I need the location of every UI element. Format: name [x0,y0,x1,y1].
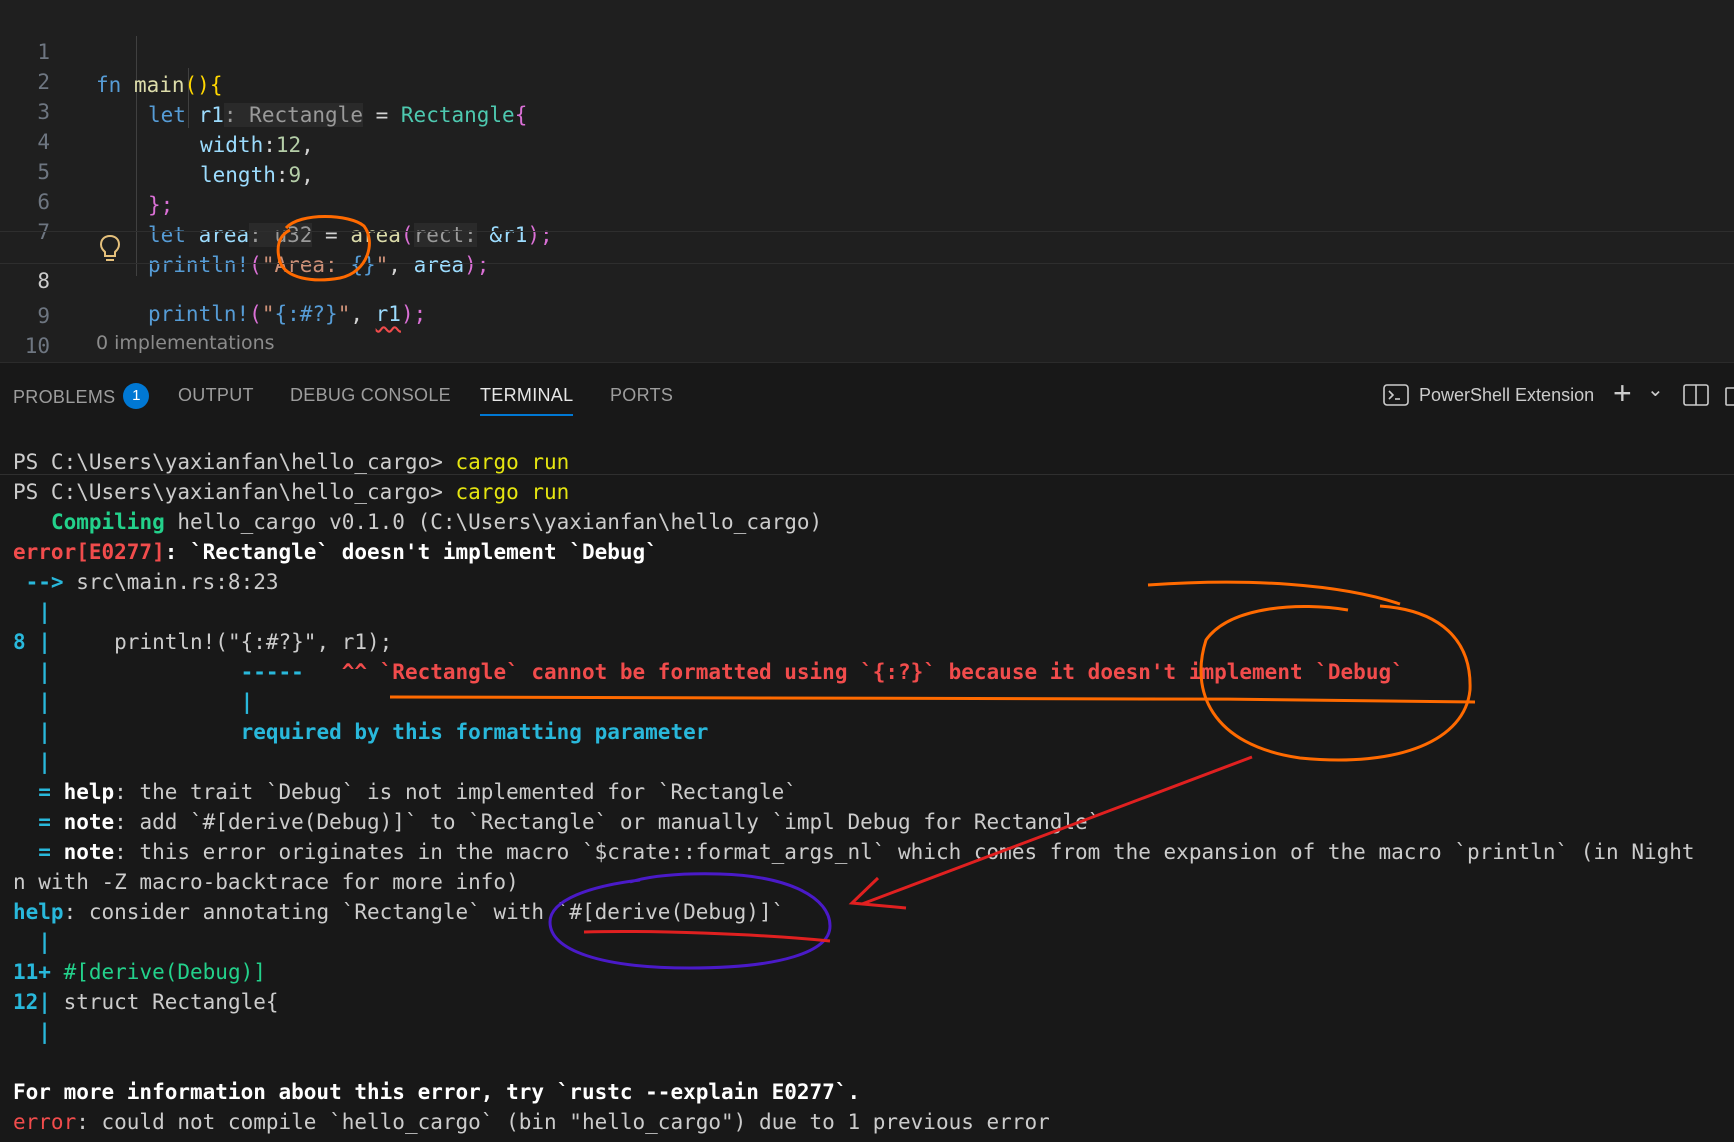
command: cargo run [455,450,570,474]
split-terminal-icon[interactable] [1683,383,1709,407]
terminal-name[interactable]: PowerShell Extension [1419,385,1594,406]
gutter-pipe: | [13,660,51,684]
code-line[interactable]: 4 length:9, [0,93,1734,187]
suggestion-line-number: 12| [13,990,51,1014]
terminal-line: n with -Z macro-backtrace for more info) [13,870,519,894]
source-code: println!("{:#?}", r1); [50,630,393,654]
help-text: : consider annotating `Rectangle` with `… [63,900,785,924]
terminal-line: 8 | println!("{:#?}", r1); [13,627,392,657]
terminal-output-current[interactable]: PS C:\Users\yaxianfan\hello_cargo> cargo… [0,476,1734,1142]
code-editor[interactable]: 1 fn main(){ 2 let r1: Rectangle = Recta… [0,0,1734,362]
terminal-line: Compiling hello_cargo v0.1.0 (C:\Users\y… [13,507,822,537]
terminal-line: --> src\main.rs:8:23 [13,567,279,597]
terminal-line: 12| struct Rectangle{ [13,987,279,1017]
suggestion-line-number: 11+ [13,960,51,984]
tab-ports[interactable]: PORTS [610,385,673,406]
trash-icon[interactable] [1723,383,1734,407]
terminal-line: | [13,930,51,954]
terminal-line: error: could not compile `hello_cargo` (… [13,1107,1050,1137]
suggestion-code: #[derive(Debug)] [50,960,266,984]
terminal-actions: PowerShell Extension + ⌄ [1383,375,1734,411]
terminal-line: | ----- ^^ `Rectangle` cannot be formatt… [13,657,1404,687]
label-dashes: ----- [50,660,342,684]
terminal-line: | | [13,687,253,717]
terminal-line: error[E0277]: `Rectangle` doesn't implem… [13,537,658,567]
terminal-line: = help: the trait `Debug` is not impleme… [13,777,797,807]
suggestion-code: struct Rectangle{ [50,990,279,1014]
panel-tab-bar: PROBLEMS 1 OUTPUT DEBUG CONSOLE TERMINAL … [0,362,1734,425]
note-label: note [63,840,115,864]
chevron-down-icon[interactable]: ⌄ [1647,377,1664,402]
terminal-line: = note: this error originates in the mac… [13,837,1695,867]
gutter-pipe: | [13,720,51,744]
tab-label: PROBLEMS [13,386,116,407]
terminal-line: | [13,1020,51,1044]
code-line[interactable]: 5 }; [0,123,1734,217]
error-label: error [13,1110,77,1134]
location-arrow: --> [13,570,77,594]
eq-marker: = [13,840,64,864]
code-line[interactable]: 2 let r1: Rectangle = Rectangle{ [0,33,1734,127]
lightbulb-icon[interactable] [99,234,121,264]
note-label: note [63,810,115,834]
source-line-number: 8 | [13,630,51,654]
error-message: : `Rectangle` doesn't implement `Debug` [164,540,658,564]
command: cargo run [455,480,570,504]
terminal-line: For more information about this error, t… [13,1080,861,1104]
error-location: src\main.rs:8:23 [76,570,279,594]
code-line[interactable]: 3 width:12, [0,63,1734,157]
terminal-line: help: consider annotating `Rectangle` wi… [13,897,784,927]
final-error-message: : could not compile `hello_cargo` (bin "… [76,1110,1050,1134]
terminal-line: | required by this formatting parameter [13,717,708,747]
terminal-line: PS C:\Users\yaxianfan\hello_cargo> cargo… [13,477,569,507]
eq-marker: = [13,780,64,804]
eq-marker: = [13,810,64,834]
line-number: 10 [24,334,50,358]
terminal-line: | [13,600,51,624]
error-code: error[E0277] [13,540,165,564]
code-line-current[interactable]: 8 println!("{:#?}", r1); [0,231,1734,326]
tab-output[interactable]: OUTPUT [178,385,254,406]
terminal-line: PS C:\Users\yaxianfan\hello_cargo> cargo… [13,447,569,477]
terminal-line: = note: add `#[derive(Debug)]` to `Recta… [13,807,1100,837]
help-label: help [13,900,64,924]
code-line[interactable]: 1 fn main(){ [0,3,1734,97]
shell-prompt: PS C:\Users\yaxianfan\hello_cargo> [13,480,456,504]
compiling-label: Compiling [50,510,165,534]
gutter-pipe: | [13,690,51,714]
compiling-detail: hello_cargo v0.1.0 (C:\Users\yaxianfan\h… [164,510,823,534]
terminal-separator [0,474,1734,475]
code-line[interactable]: 10 } [0,297,1734,358]
problems-count-badge: 1 [123,383,150,409]
note-text: : this error originates in the macro `$c… [114,840,1695,864]
terminal-line: 11+ #[derive(Debug)] [13,957,266,987]
help-text: : the trait `Debug` is not implemented f… [114,780,797,804]
codelens-implementations[interactable]: 0 implementations [96,332,275,354]
code-line[interactable]: 7 println!("Area: {}", area); [0,183,1734,277]
note-text: : add `#[derive(Debug)]` to `Rectangle` … [114,810,1101,834]
tab-terminal[interactable]: TERMINAL [480,385,574,416]
code-line[interactable]: 9 [0,267,1734,328]
new-terminal-icon[interactable]: + [1613,375,1632,412]
terminal-icon[interactable] [1383,383,1409,407]
required-label: required by this formatting parameter [50,720,709,744]
code-line[interactable]: 6 let area: u32 = area(rect: &r1); [0,153,1734,247]
tab-problems[interactable]: PROBLEMS 1 [13,383,150,411]
shell-prompt: PS C:\Users\yaxianfan\hello_cargo> [13,450,456,474]
error-label: ^^ `Rectangle` cannot be formatted using… [341,660,1404,684]
terminal-line: | [13,750,51,774]
help-label: help [63,780,115,804]
tab-debug-console[interactable]: DEBUG CONSOLE [290,385,451,406]
label-pipe: | [50,690,254,714]
